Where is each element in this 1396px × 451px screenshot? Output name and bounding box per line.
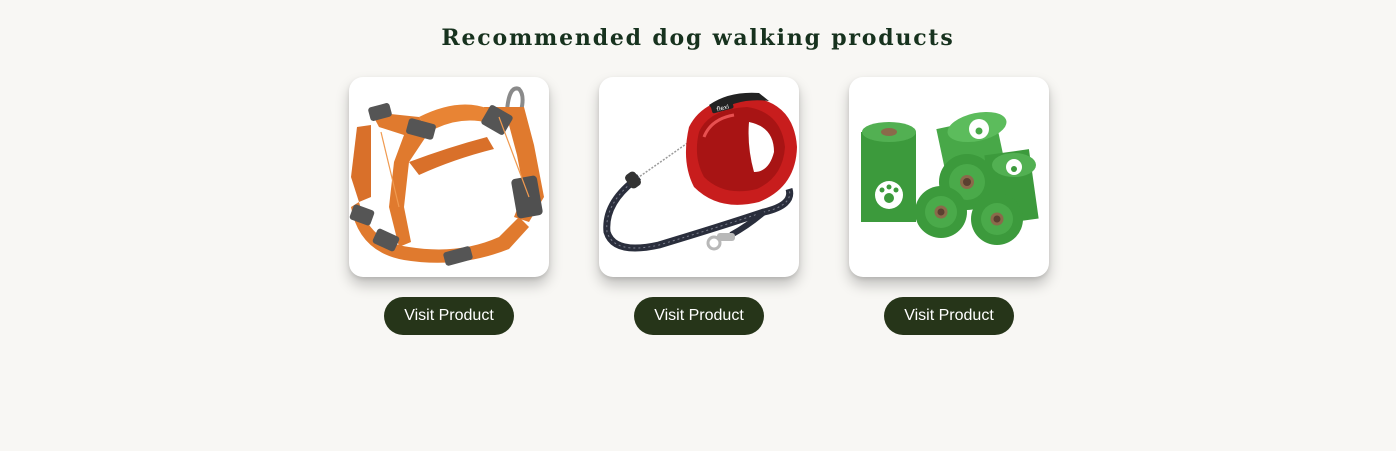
product-image-leash[interactable]: flexi xyxy=(599,77,799,277)
product-image-poop-bags[interactable] xyxy=(849,77,1049,277)
green-poop-bag-rolls-image xyxy=(861,111,1039,245)
visit-product-button[interactable]: Visit Product xyxy=(884,297,1014,335)
product-card-leash: flexi Visit Product xyxy=(599,77,799,335)
orange-dog-harness-image xyxy=(349,86,544,266)
red-retractable-leash-image: flexi xyxy=(603,92,797,252)
visit-product-button[interactable]: Visit Product xyxy=(384,297,514,335)
product-card-harness: Visit Product xyxy=(349,77,549,335)
section-title: Recommended dog walking products xyxy=(441,25,955,51)
product-card-poop-bags: Visit Product xyxy=(849,77,1049,335)
product-grid: Visit Product flexi Visit Product Visit … xyxy=(349,77,1049,337)
product-image-harness[interactable] xyxy=(349,77,549,277)
visit-product-button[interactable]: Visit Product xyxy=(634,297,764,335)
